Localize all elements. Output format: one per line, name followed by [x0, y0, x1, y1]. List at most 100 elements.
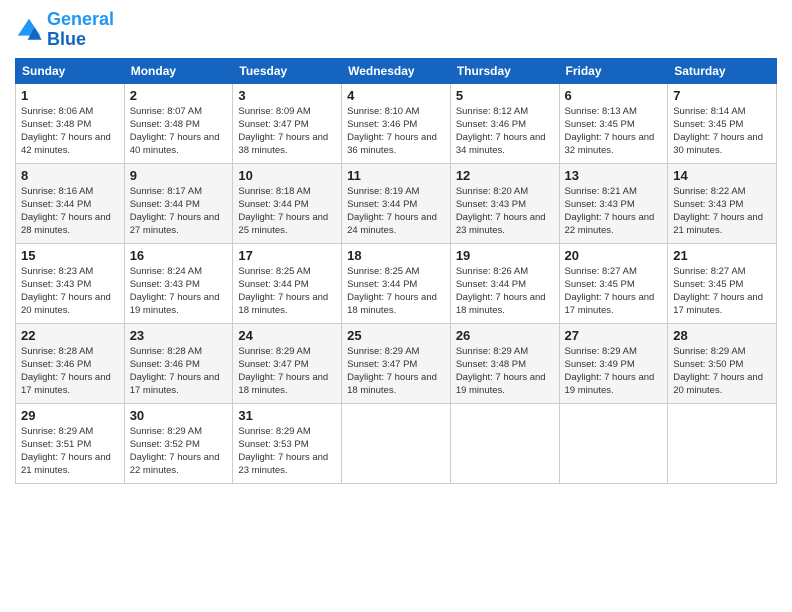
weekday-header-cell: Monday — [124, 58, 233, 83]
day-detail: Sunrise: 8:12 AMSunset: 3:46 PMDaylight:… — [456, 105, 554, 158]
day-number: 24 — [238, 328, 336, 343]
calendar-day-cell: 24Sunrise: 8:29 AMSunset: 3:47 PMDayligh… — [233, 323, 342, 403]
calendar-day-cell: 5Sunrise: 8:12 AMSunset: 3:46 PMDaylight… — [450, 83, 559, 163]
day-number: 28 — [673, 328, 771, 343]
calendar-week-row: 22 Sunrise: 8:28 AMSunset: 3:46 PMDayligh… — [16, 323, 777, 403]
day-detail: Sunrise: 8:06 AMSunset: 3:48 PMDaylight:… — [21, 105, 119, 158]
calendar-day-cell: 31 Sunrise: 8:29 AMSunset: 3:53 PMDayligh… — [233, 403, 342, 483]
day-detail: Sunrise: 8:20 AMSunset: 3:43 PMDaylight:… — [456, 185, 554, 238]
weekday-header-row: SundayMondayTuesdayWednesdayThursdayFrid… — [16, 58, 777, 83]
logo: General Blue — [15, 10, 114, 50]
day-detail: Sunrise: 8:24 AMSunset: 3:43 PMDaylight:… — [130, 265, 228, 318]
calendar-week-row: 29 Sunrise: 8:29 AMSunset: 3:51 PMDayligh… — [16, 403, 777, 483]
calendar-day-cell: 4Sunrise: 8:10 AMSunset: 3:46 PMDaylight… — [342, 83, 451, 163]
day-number: 19 — [456, 248, 554, 263]
day-number: 23 — [130, 328, 228, 343]
weekday-header-cell: Thursday — [450, 58, 559, 83]
day-detail: Sunrise: 8:18 AMSunset: 3:44 PMDaylight:… — [238, 185, 336, 238]
calendar-week-row: 15 Sunrise: 8:23 AMSunset: 3:43 PMDayligh… — [16, 243, 777, 323]
day-number: 20 — [565, 248, 663, 263]
day-number: 13 — [565, 168, 663, 183]
day-detail: Sunrise: 8:29 AMSunset: 3:47 PMDaylight:… — [347, 345, 445, 398]
day-number: 6 — [565, 88, 663, 103]
calendar-day-cell: 2 Sunrise: 8:07 AMSunset: 3:48 PMDaylight… — [124, 83, 233, 163]
calendar-day-cell: 9Sunrise: 8:17 AMSunset: 3:44 PMDaylight… — [124, 163, 233, 243]
calendar-day-cell: 15 Sunrise: 8:23 AMSunset: 3:43 PMDayligh… — [16, 243, 125, 323]
day-detail: Sunrise: 8:29 AMSunset: 3:51 PMDaylight:… — [21, 425, 119, 478]
calendar-day-cell — [668, 403, 777, 483]
calendar-day-cell: 20 Sunrise: 8:27 AMSunset: 3:45 PMDayligh… — [559, 243, 668, 323]
calendar-day-cell: 17 Sunrise: 8:25 AMSunset: 3:44 PMDayligh… — [233, 243, 342, 323]
calendar-day-cell: 30 Sunrise: 8:29 AMSunset: 3:52 PMDayligh… — [124, 403, 233, 483]
weekday-header-cell: Friday — [559, 58, 668, 83]
day-number: 21 — [673, 248, 771, 263]
calendar-day-cell: 16 Sunrise: 8:24 AMSunset: 3:43 PMDayligh… — [124, 243, 233, 323]
calendar-day-cell: 11Sunrise: 8:19 AMSunset: 3:44 PMDayligh… — [342, 163, 451, 243]
day-detail: Sunrise: 8:16 AMSunset: 3:44 PMDaylight:… — [21, 185, 119, 238]
day-number: 31 — [238, 408, 336, 423]
weekday-header-cell: Wednesday — [342, 58, 451, 83]
day-detail: Sunrise: 8:27 AMSunset: 3:45 PMDaylight:… — [565, 265, 663, 318]
day-detail: Sunrise: 8:26 AMSunset: 3:44 PMDaylight:… — [456, 265, 554, 318]
calendar-day-cell: 12 Sunrise: 8:20 AMSunset: 3:43 PMDayligh… — [450, 163, 559, 243]
calendar-table: SundayMondayTuesdayWednesdayThursdayFrid… — [15, 58, 777, 484]
day-number: 11 — [347, 168, 445, 183]
day-number: 15 — [21, 248, 119, 263]
calendar-day-cell: 8Sunrise: 8:16 AMSunset: 3:44 PMDaylight… — [16, 163, 125, 243]
page-header: General Blue — [15, 10, 777, 50]
calendar-day-cell: 29 Sunrise: 8:29 AMSunset: 3:51 PMDayligh… — [16, 403, 125, 483]
day-detail: Sunrise: 8:09 AMSunset: 3:47 PMDaylight:… — [238, 105, 336, 158]
day-number: 26 — [456, 328, 554, 343]
calendar-day-cell: 23 Sunrise: 8:28 AMSunset: 3:46 PMDayligh… — [124, 323, 233, 403]
calendar-day-cell: 19 Sunrise: 8:26 AMSunset: 3:44 PMDayligh… — [450, 243, 559, 323]
calendar-day-cell: 10 Sunrise: 8:18 AMSunset: 3:44 PMDayligh… — [233, 163, 342, 243]
calendar-day-cell — [559, 403, 668, 483]
day-detail: Sunrise: 8:25 AMSunset: 3:44 PMDaylight:… — [238, 265, 336, 318]
day-number: 2 — [130, 88, 228, 103]
day-detail: Sunrise: 8:14 AMSunset: 3:45 PMDaylight:… — [673, 105, 771, 158]
day-number: 18 — [347, 248, 445, 263]
weekday-header-cell: Sunday — [16, 58, 125, 83]
day-detail: Sunrise: 8:28 AMSunset: 3:46 PMDaylight:… — [21, 345, 119, 398]
logo-text: General Blue — [47, 10, 114, 50]
calendar-day-cell: 6 Sunrise: 8:13 AMSunset: 3:45 PMDaylight… — [559, 83, 668, 163]
day-number: 27 — [565, 328, 663, 343]
day-detail: Sunrise: 8:29 AMSunset: 3:50 PMDaylight:… — [673, 345, 771, 398]
calendar-day-cell: 14 Sunrise: 8:22 AMSunset: 3:43 PMDayligh… — [668, 163, 777, 243]
day-number: 3 — [238, 88, 336, 103]
day-detail: Sunrise: 8:29 AMSunset: 3:53 PMDaylight:… — [238, 425, 336, 478]
day-number: 12 — [456, 168, 554, 183]
calendar-day-cell: 13 Sunrise: 8:21 AMSunset: 3:43 PMDayligh… — [559, 163, 668, 243]
day-detail: Sunrise: 8:29 AMSunset: 3:52 PMDaylight:… — [130, 425, 228, 478]
calendar-day-cell: 27 Sunrise: 8:29 AMSunset: 3:49 PMDayligh… — [559, 323, 668, 403]
day-number: 7 — [673, 88, 771, 103]
day-number: 14 — [673, 168, 771, 183]
day-number: 1 — [21, 88, 119, 103]
calendar-day-cell: 28 Sunrise: 8:29 AMSunset: 3:50 PMDayligh… — [668, 323, 777, 403]
day-detail: Sunrise: 8:13 AMSunset: 3:45 PMDaylight:… — [565, 105, 663, 158]
day-detail: Sunrise: 8:21 AMSunset: 3:43 PMDaylight:… — [565, 185, 663, 238]
day-detail: Sunrise: 8:29 AMSunset: 3:48 PMDaylight:… — [456, 345, 554, 398]
calendar-week-row: 8Sunrise: 8:16 AMSunset: 3:44 PMDaylight… — [16, 163, 777, 243]
day-detail: Sunrise: 8:22 AMSunset: 3:43 PMDaylight:… — [673, 185, 771, 238]
day-number: 17 — [238, 248, 336, 263]
day-detail: Sunrise: 8:27 AMSunset: 3:45 PMDaylight:… — [673, 265, 771, 318]
calendar-day-cell: 3 Sunrise: 8:09 AMSunset: 3:47 PMDaylight… — [233, 83, 342, 163]
calendar-day-cell — [450, 403, 559, 483]
day-number: 16 — [130, 248, 228, 263]
calendar-day-cell: 7 Sunrise: 8:14 AMSunset: 3:45 PMDaylight… — [668, 83, 777, 163]
day-number: 10 — [238, 168, 336, 183]
calendar-day-cell — [342, 403, 451, 483]
calendar-day-cell: 1 Sunrise: 8:06 AMSunset: 3:48 PMDaylight… — [16, 83, 125, 163]
calendar-day-cell: 21 Sunrise: 8:27 AMSunset: 3:45 PMDayligh… — [668, 243, 777, 323]
day-detail: Sunrise: 8:23 AMSunset: 3:43 PMDaylight:… — [21, 265, 119, 318]
day-number: 22 — [21, 328, 119, 343]
day-number: 30 — [130, 408, 228, 423]
calendar-day-cell: 25Sunrise: 8:29 AMSunset: 3:47 PMDayligh… — [342, 323, 451, 403]
day-detail: Sunrise: 8:10 AMSunset: 3:46 PMDaylight:… — [347, 105, 445, 158]
day-number: 29 — [21, 408, 119, 423]
day-detail: Sunrise: 8:28 AMSunset: 3:46 PMDaylight:… — [130, 345, 228, 398]
weekday-header-cell: Tuesday — [233, 58, 342, 83]
day-detail: Sunrise: 8:29 AMSunset: 3:49 PMDaylight:… — [565, 345, 663, 398]
day-detail: Sunrise: 8:07 AMSunset: 3:48 PMDaylight:… — [130, 105, 228, 158]
